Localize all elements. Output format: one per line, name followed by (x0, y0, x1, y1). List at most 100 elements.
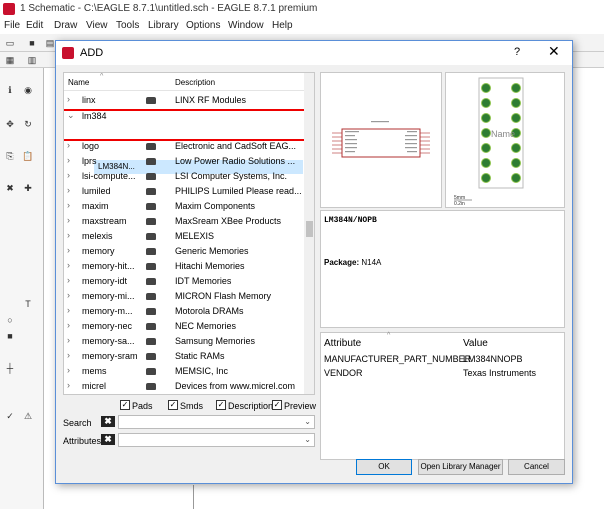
add-icon[interactable]: ✚ (22, 182, 34, 194)
smds-label: Smds (180, 401, 204, 411)
library-icon (146, 203, 156, 210)
chevron-right-icon[interactable]: › (67, 335, 70, 345)
paste-icon[interactable]: 📋 (22, 150, 34, 162)
menu-window[interactable]: Window (228, 20, 264, 31)
tree-row[interactable]: › memory-idt IDT Memories (64, 274, 304, 289)
value-header[interactable]: Value (463, 338, 488, 349)
menu-options[interactable]: Options (186, 20, 220, 31)
menu-tools[interactable]: Tools (116, 20, 139, 31)
show-icon[interactable]: ◉ (22, 84, 34, 96)
tree-row[interactable]: › maxstream MaxSream XBee Products (64, 214, 304, 229)
attribute-key: VENDOR (324, 368, 363, 378)
chevron-right-icon[interactable]: › (67, 350, 70, 360)
layer-icon[interactable]: ▥ (26, 54, 38, 66)
tree-row[interactable]: › memory-nec NEC Memories (64, 319, 304, 334)
tree-row[interactable]: › memory-sa... Samsung Memories (64, 334, 304, 349)
scrollbar-thumb[interactable] (306, 221, 313, 237)
library-icon (146, 278, 156, 285)
ok-button[interactable]: OK (356, 459, 412, 475)
menu-draw[interactable]: Draw (54, 20, 77, 31)
menu-edit[interactable]: Edit (26, 20, 43, 31)
chevron-right-icon[interactable]: › (67, 185, 70, 195)
open-library-manager-button[interactable]: Open Library Manager (418, 459, 503, 475)
tree-row[interactable]: › memory-m... Motorola DRAMs (64, 304, 304, 319)
tree-row[interactable]: › maxim Maxim Components (64, 199, 304, 214)
app-titlebar: 1 Schematic - C:\EAGLE 8.7.1\untitled.sc… (0, 0, 604, 18)
preview-checkbox[interactable]: ✓ (272, 400, 282, 410)
smds-checkbox[interactable]: ✓ (168, 400, 178, 410)
tree-row[interactable]: › memory-sram Static RAMs (64, 349, 304, 364)
part-name: LM384N/NOPB (324, 216, 377, 225)
delete-icon[interactable]: ✖ (4, 182, 16, 194)
circle-icon[interactable]: ○ (4, 314, 16, 326)
tree-scrollbar[interactable] (304, 73, 314, 394)
column-name-header[interactable]: Name (68, 78, 89, 87)
package-preview: Name 5mm 0.2in (445, 72, 565, 208)
scale-subtext: 0.2in (454, 201, 465, 207)
menu-library[interactable]: Library (148, 20, 179, 31)
save-icon[interactable]: ■ (26, 37, 38, 49)
chevron-right-icon[interactable]: › (67, 365, 70, 375)
clear-search-icon[interactable]: ✖ (101, 416, 115, 427)
library-icon (146, 97, 156, 104)
chevron-right-icon[interactable]: › (67, 245, 70, 255)
eagle-logo-icon (3, 3, 15, 15)
chevron-right-icon[interactable]: › (67, 140, 70, 150)
chevron-right-icon[interactable]: › (67, 170, 70, 180)
chevron-right-icon[interactable]: › (67, 155, 70, 165)
tree-row[interactable]: › lsi-compute... LSI Computer Systems, I… (64, 169, 304, 184)
tree-row[interactable]: › melexis MELEXIS (64, 229, 304, 244)
move-icon[interactable]: ✥ (4, 118, 16, 130)
package-name-text: Name (491, 129, 515, 139)
cancel-button[interactable]: Cancel (508, 459, 565, 475)
column-description-header[interactable]: Description (175, 78, 215, 87)
search-label: Search (63, 418, 92, 428)
chevron-right-icon[interactable]: › (67, 380, 70, 390)
chevron-down-icon[interactable]: ⌄ (304, 435, 311, 444)
tree-row[interactable]: › linx LINX RF Modules (64, 93, 304, 108)
copy-icon[interactable]: ⎘ (4, 150, 16, 162)
description-checkbox[interactable]: ✓ (216, 400, 226, 410)
clear-attributes-icon[interactable]: ✖ (101, 434, 115, 445)
help-button[interactable]: ? (514, 46, 520, 58)
rect-icon[interactable]: ■ (4, 330, 16, 342)
tree-row[interactable]: › memory Generic Memories (64, 244, 304, 259)
chevron-right-icon[interactable]: › (67, 320, 70, 330)
tree-row[interactable]: › lprs Low Power Radio Solutions ... (64, 154, 304, 169)
attributes-input[interactable]: ⌄ (118, 433, 315, 447)
tree-row[interactable]: › logo Electronic and CadSoft EAG... (64, 139, 304, 154)
chevron-down-icon[interactable]: ⌄ (304, 417, 311, 426)
tree-row[interactable]: › lumiled PHILIPS Lumiled Please read... (64, 184, 304, 199)
net-icon[interactable]: ┼ (4, 362, 16, 374)
erc-icon[interactable]: ✓ (4, 410, 16, 422)
highlight-box (64, 109, 307, 141)
info-icon[interactable]: ℹ (4, 84, 16, 96)
rotate-icon[interactable]: ↻ (22, 118, 34, 130)
dialog-title: ADD (80, 47, 104, 59)
chevron-right-icon[interactable]: › (67, 230, 70, 240)
pads-checkbox[interactable]: ✓ (120, 400, 130, 410)
chevron-right-icon[interactable]: › (67, 260, 70, 270)
chevron-right-icon[interactable]: › (67, 275, 70, 285)
chevron-right-icon[interactable]: › (67, 305, 70, 315)
chevron-right-icon[interactable]: › (67, 215, 70, 225)
text-icon[interactable]: T (22, 298, 34, 310)
warning-icon[interactable]: ⚠ (22, 410, 34, 422)
tree-row[interactable]: › memory-hit... Hitachi Memories (64, 259, 304, 274)
menu-file[interactable]: File (4, 20, 20, 31)
chevron-right-icon[interactable]: › (67, 94, 70, 104)
open-icon[interactable]: ▭ (4, 37, 16, 49)
grid-icon[interactable]: ▦ (4, 54, 16, 66)
chevron-right-icon[interactable]: › (67, 290, 70, 300)
menu-help[interactable]: Help (272, 20, 293, 31)
tree-row[interactable]: › memory-mi... MICRON Flash Memory (64, 289, 304, 304)
tree-row[interactable]: › micrel Devices from www.micrel.com (64, 379, 304, 394)
library-tree[interactable]: ^ Name Description › linx LINX RF Module… (63, 72, 315, 395)
attribute-header[interactable]: Attribute (324, 338, 361, 349)
search-input[interactable]: ⌄ (118, 415, 315, 429)
close-icon[interactable]: ✕ (548, 43, 560, 60)
chevron-right-icon[interactable]: › (67, 200, 70, 210)
description-label: Description (228, 401, 274, 411)
menu-view[interactable]: View (86, 20, 108, 31)
tree-row[interactable]: › mems MEMSIC, Inc (64, 364, 304, 379)
